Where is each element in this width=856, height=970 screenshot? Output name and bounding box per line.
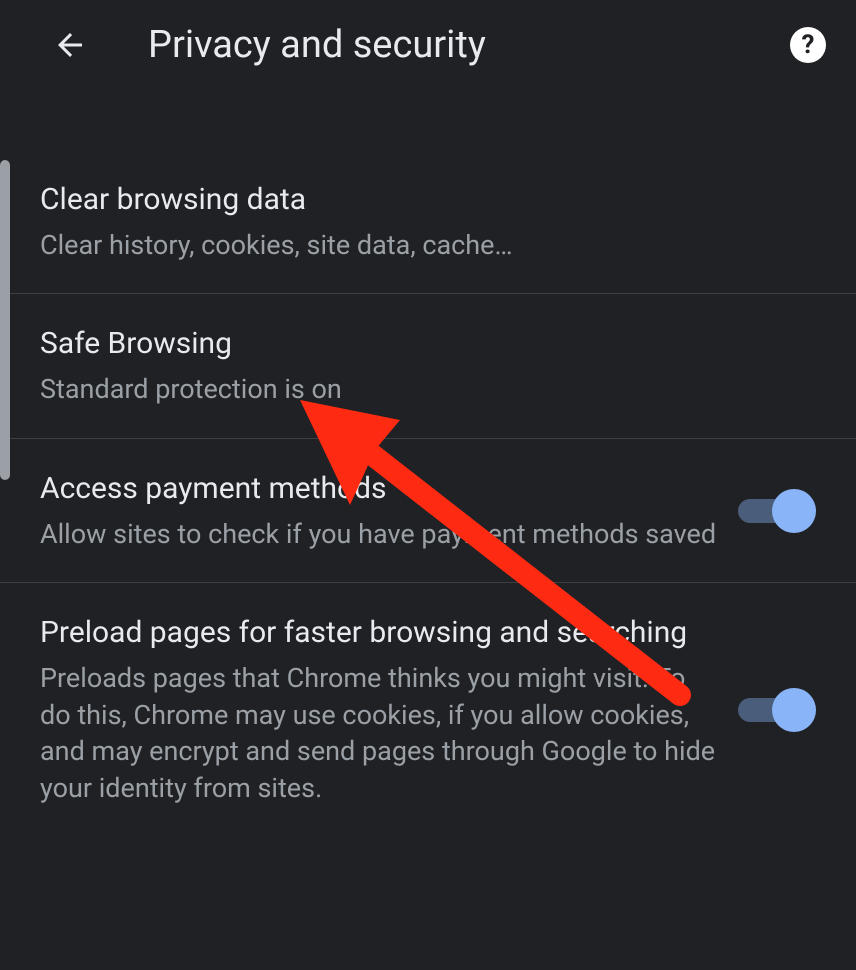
item-subtitle: Allow sites to check if you have payment… [40,516,718,552]
item-title: Access payment methods [40,469,718,508]
arrow-back-icon [52,27,88,63]
toggle-thumb [772,489,816,533]
item-subtitle: Standard protection is on [40,371,796,407]
preload-pages-toggle[interactable] [738,688,816,732]
clear-browsing-data-item[interactable]: Clear browsing data Clear history, cooki… [0,150,856,293]
page-title: Privacy and security [148,23,790,67]
item-title: Safe Browsing [40,324,796,363]
safe-browsing-item[interactable]: Safe Browsing Standard protection is on [0,293,856,437]
item-title: Clear browsing data [40,180,796,219]
item-subtitle: Clear history, cookies, site data, cache… [40,227,796,263]
access-payment-methods-item[interactable]: Access payment methods Allow sites to ch… [0,438,856,582]
toggle-thumb [772,688,816,732]
item-title: Preload pages for faster browsing and se… [40,613,718,652]
preload-pages-item[interactable]: Preload pages for faster browsing and se… [0,582,856,836]
scroll-indicator[interactable] [0,160,10,480]
access-payment-methods-toggle[interactable] [738,489,816,533]
header: Privacy and security ? [0,0,856,90]
settings-list: Clear browsing data Clear history, cooki… [0,150,856,836]
help-icon: ? [802,30,815,60]
item-subtitle: Preloads pages that Chrome thinks you mi… [40,660,718,806]
help-button[interactable]: ? [790,27,826,63]
back-button[interactable] [50,25,90,65]
